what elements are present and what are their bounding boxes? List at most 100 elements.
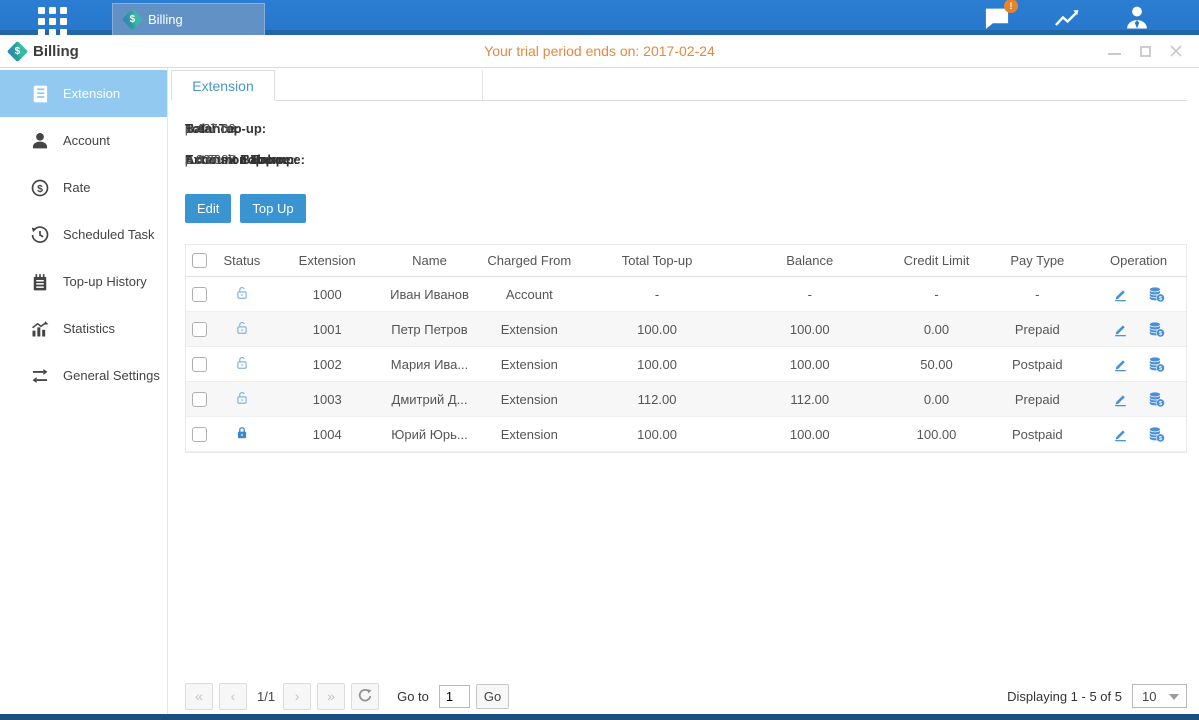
sidebar-item-label: General Settings xyxy=(63,368,160,383)
prev-page-button[interactable]: ‹ xyxy=(219,683,247,710)
window-title-bar: $ Billing Your trial period ends on: 201… xyxy=(0,35,1199,68)
go-button[interactable]: Go xyxy=(476,684,509,709)
row-checkbox[interactable] xyxy=(192,322,207,337)
cell-pay-type: - xyxy=(983,287,1091,302)
tab-bar: Extension xyxy=(171,70,1187,101)
col-charged-from: Charged From xyxy=(474,253,584,268)
table-row[interactable]: 1001 Петр Петров Extension 100.00 100.00… xyxy=(186,312,1186,347)
bar-chart-icon xyxy=(30,319,50,339)
lock-open-icon xyxy=(233,389,251,410)
cell-credit-limit: - xyxy=(890,287,984,302)
maximize-icon[interactable] xyxy=(1138,44,1152,58)
select-all-checkbox[interactable] xyxy=(192,253,207,268)
page-size-select[interactable]: 10 xyxy=(1132,684,1187,708)
cell-name: Мария Ива... xyxy=(385,357,475,372)
cell-credit-limit: 0.00 xyxy=(890,322,984,337)
cell-name: Дмитрий Д... xyxy=(385,392,475,407)
cell-charged-from: Extension xyxy=(474,392,584,407)
window-title: Billing xyxy=(33,43,79,60)
sidebar-item-scheduled-task[interactable]: Scheduled Task xyxy=(0,211,167,258)
cell-pay-type: Postpaid xyxy=(983,427,1091,442)
minimize-icon[interactable] xyxy=(1107,44,1121,58)
pagination-bar: « ‹ 1/1 › » Go to Go Displaying 1 - 5 of… xyxy=(185,682,1187,710)
chevron-down-icon xyxy=(1169,694,1179,700)
close-icon[interactable] xyxy=(1169,44,1183,58)
next-page-button[interactable]: › xyxy=(283,683,311,710)
extension-table: Status Extension Name Charged From Total… xyxy=(185,244,1187,453)
sidebar-item-rate[interactable]: $ Rate xyxy=(0,164,167,211)
table-body: 1000 Иван Иванов Account - - - - xyxy=(186,277,1186,452)
row-checkbox[interactable] xyxy=(192,392,207,407)
cell-credit-limit: 0.00 xyxy=(890,392,984,407)
refresh-button[interactable] xyxy=(351,683,379,710)
cell-name: Иван Иванов xyxy=(385,287,475,302)
topup-coins-icon[interactable]: $ xyxy=(1147,390,1166,409)
col-total-topup: Total Top-up xyxy=(584,253,730,268)
sidebar-item-general-settings[interactable]: General Settings xyxy=(0,352,167,399)
svg-text:$: $ xyxy=(1159,366,1162,372)
cell-balance: 100.00 xyxy=(730,322,890,337)
topup-coins-icon[interactable]: $ xyxy=(1147,425,1166,444)
notebook-icon xyxy=(30,272,50,292)
edit-pencil-icon[interactable] xyxy=(1112,391,1129,408)
table-row[interactable]: 1003 Дмитрий Д... Extension 112.00 112.0… xyxy=(186,382,1186,417)
sidebar-item-label: Statistics xyxy=(63,321,115,336)
cell-pay-type: Prepaid xyxy=(983,392,1091,407)
notification-badge: ! xyxy=(1004,0,1018,13)
col-extension: Extension xyxy=(270,253,385,268)
edit-pencil-icon[interactable] xyxy=(1112,426,1129,443)
billing-app-tab[interactable]: $ Billing xyxy=(112,3,265,35)
tab-extension[interactable]: Extension xyxy=(171,70,275,101)
trend-chart-icon[interactable] xyxy=(1053,4,1081,32)
top-up-button[interactable]: Top Up xyxy=(240,194,305,223)
edit-pencil-icon[interactable] xyxy=(1112,286,1129,303)
table-row[interactable]: 1004 Юрий Юрь... Extension 100.00 100.00… xyxy=(186,417,1186,452)
edit-button[interactable]: Edit xyxy=(185,194,231,223)
billing-dollar-icon: $ xyxy=(122,9,143,30)
main-content: Extension Total Top-up: p.437.00 Balance… xyxy=(168,68,1199,714)
col-operation: Operation xyxy=(1091,253,1186,268)
svg-text:$: $ xyxy=(1159,331,1162,337)
col-pay-type: Pay Type xyxy=(983,253,1091,268)
sidebar-item-statistics[interactable]: Statistics xyxy=(0,305,167,352)
col-balance: Balance xyxy=(730,253,890,268)
edit-pencil-icon[interactable] xyxy=(1112,321,1129,338)
first-page-button[interactable]: « xyxy=(185,683,213,710)
svg-text:$: $ xyxy=(1159,401,1162,407)
col-name: Name xyxy=(385,253,475,268)
chat-icon[interactable]: ! xyxy=(983,4,1011,32)
sidebar-item-label: Account xyxy=(63,133,110,148)
billing-dollar-icon: $ xyxy=(7,40,28,61)
table-header: Status Extension Name Charged From Total… xyxy=(186,245,1186,277)
topup-coins-icon[interactable]: $ xyxy=(1147,355,1166,374)
displaying-text: Displaying 1 - 5 of 5 xyxy=(1007,689,1122,704)
topup-coins-icon[interactable]: $ xyxy=(1147,320,1166,339)
row-checkbox[interactable] xyxy=(192,287,207,302)
summary-panel: Total Top-up: p.437.00 Balance: p.437.00… xyxy=(185,113,1187,175)
sidebar-item-account[interactable]: Account xyxy=(0,117,167,164)
cell-extension: 1001 xyxy=(270,322,385,337)
cell-total-topup: 100.00 xyxy=(584,357,730,372)
cell-extension: 1000 xyxy=(270,287,385,302)
lock-closed-icon xyxy=(233,424,251,445)
goto-page-input[interactable] xyxy=(439,685,470,708)
sidebar-item-topup-history[interactable]: Top-up History xyxy=(0,258,167,305)
cell-extension: 1003 xyxy=(270,392,385,407)
cell-total-topup: 100.00 xyxy=(584,322,730,337)
row-checkbox[interactable] xyxy=(192,427,207,442)
edit-pencil-icon[interactable] xyxy=(1112,356,1129,373)
bottom-edge-strip xyxy=(0,714,1199,720)
sidebar-item-label: Rate xyxy=(63,180,90,195)
lock-open-icon xyxy=(233,319,251,340)
cell-total-topup: 112.00 xyxy=(584,392,730,407)
table-row[interactable]: 1000 Иван Иванов Account - - - - xyxy=(186,277,1186,312)
lock-open-icon xyxy=(233,284,251,305)
user-profile-icon[interactable] xyxy=(1123,4,1151,32)
svg-text:$: $ xyxy=(1159,296,1162,302)
sidebar-item-extension[interactable]: Extension xyxy=(0,70,167,117)
topup-coins-icon[interactable]: $ xyxy=(1147,285,1166,304)
last-page-button[interactable]: » xyxy=(317,683,345,710)
table-row[interactable]: 1002 Мария Ива... Extension 100.00 100.0… xyxy=(186,347,1186,382)
app-launcher-icon[interactable] xyxy=(38,7,67,36)
row-checkbox[interactable] xyxy=(192,357,207,372)
